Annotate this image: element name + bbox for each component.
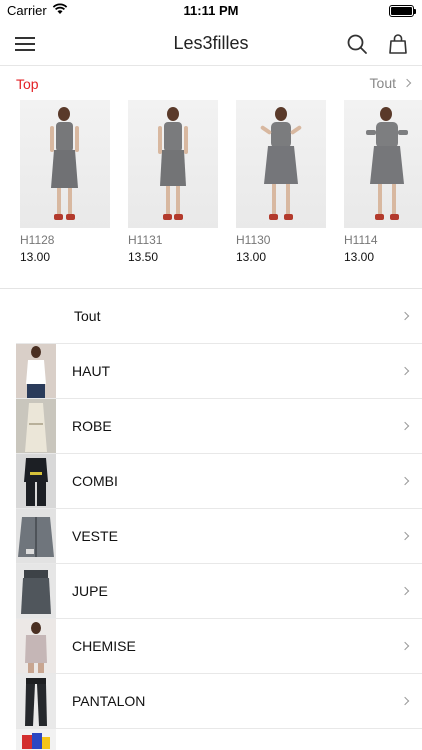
product-price: 13.50 (128, 250, 159, 264)
category-row-jupe[interactable]: JUPE (0, 564, 422, 619)
chevron-right-icon (400, 476, 410, 486)
category-label: CHEMISE (72, 638, 136, 654)
product-ref: H1114 (344, 233, 378, 247)
category-label: VESTE (72, 528, 118, 544)
product-ref: H1130 (236, 233, 271, 247)
product-ref: H1131 (128, 233, 163, 247)
product-price: 13.00 (236, 250, 267, 264)
category-row-pantalon[interactable]: PANTALON (0, 674, 422, 729)
category-thumbnail (16, 674, 56, 729)
category-label: JUPE (72, 583, 108, 599)
shopping-bag-icon[interactable] (386, 32, 410, 56)
category-thumbnail (16, 399, 56, 454)
chevron-right-icon (400, 366, 410, 376)
product-image (20, 100, 110, 228)
category-row-all[interactable]: Tout (0, 289, 422, 344)
category-thumbnail (16, 619, 56, 674)
category-row-robe[interactable]: ROBE (0, 399, 422, 454)
product-card[interactable]: H1130 13.00 (236, 100, 326, 264)
chevron-right-icon (400, 311, 410, 321)
category-thumbnail (16, 509, 56, 564)
navigation-bar: Les3filles (0, 22, 422, 66)
category-thumbnail (16, 564, 56, 619)
product-price: 13.00 (344, 250, 375, 264)
category-label: HAUT (72, 363, 111, 379)
product-card[interactable]: H1114 13.00 (344, 100, 422, 264)
category-label: ROBE (72, 418, 112, 434)
category-row-partial[interactable] (0, 729, 422, 750)
status-time: 11:11 PM (183, 3, 239, 18)
category-row-chemise[interactable]: CHEMISE (0, 619, 422, 674)
top-section-title: Top (16, 76, 39, 92)
chevron-right-icon (400, 586, 410, 596)
category-label: COMBI (72, 473, 118, 489)
product-image (128, 100, 218, 228)
product-price: 13.00 (20, 250, 51, 264)
product-ref: H1128 (20, 233, 55, 247)
top-section-header: Top Tout (0, 67, 422, 99)
category-thumbnail (16, 344, 56, 399)
category-row-haut[interactable]: HAUT (0, 344, 422, 399)
product-image (344, 100, 422, 228)
category-thumbnail (16, 454, 56, 509)
chevron-right-icon (400, 696, 410, 706)
category-label: PANTALON (72, 693, 146, 709)
chevron-right-icon (400, 531, 410, 541)
category-row-veste[interactable]: VESTE (0, 509, 422, 564)
chevron-right-icon (400, 641, 410, 651)
product-card[interactable]: H1128 13.00 (20, 100, 110, 264)
see-all-label: Tout (369, 75, 396, 91)
see-all-link[interactable]: Tout (369, 75, 412, 91)
chevron-right-icon (402, 78, 412, 88)
category-label: Tout (74, 308, 101, 324)
product-image (236, 100, 326, 228)
category-thumbnail (16, 729, 56, 750)
status-bar: Carrier 11:11 PM (0, 0, 422, 22)
category-row-combi[interactable]: COMBI (0, 454, 422, 509)
product-card[interactable]: H1131 13.50 (128, 100, 218, 264)
chevron-right-icon (400, 421, 410, 431)
search-icon[interactable] (345, 32, 369, 56)
battery-icon (389, 5, 416, 17)
